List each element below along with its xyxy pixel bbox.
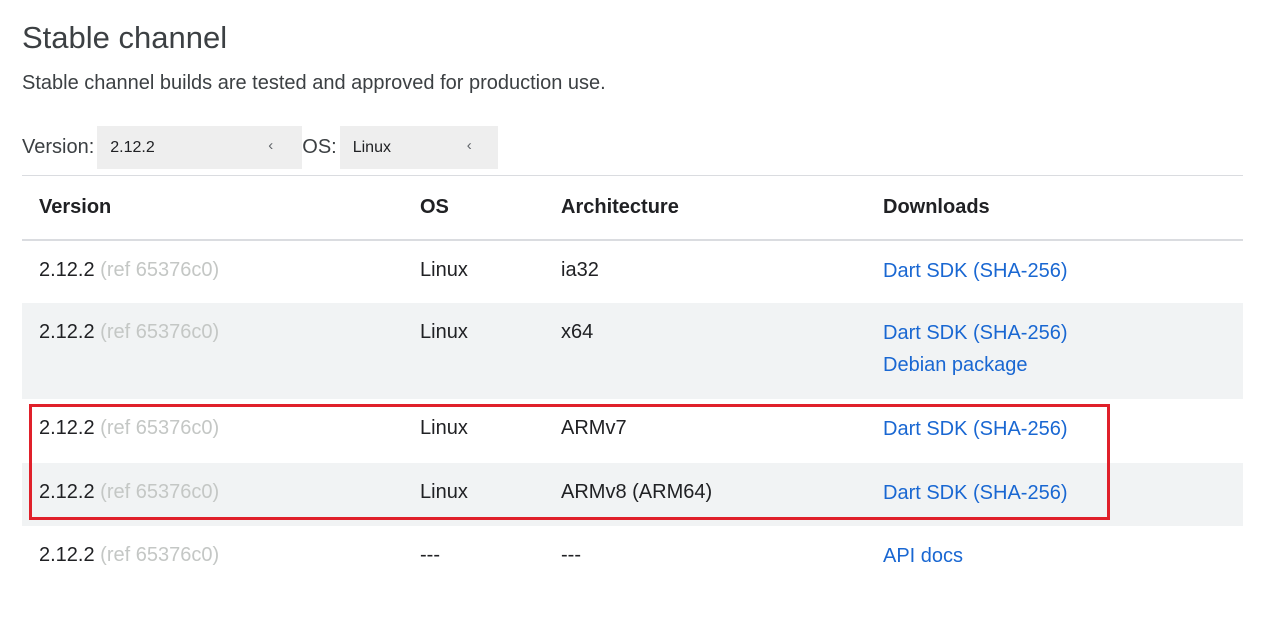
chevron-left-icon: ‹ [466,137,472,154]
downloads-cell: API docs [866,526,1243,589]
version-value: 2.12.2 [39,543,95,566]
os-cell: --- [420,543,440,566]
os-cell: Linux [403,302,544,399]
downloads-table: Version OS Architecture Downloads 2.12.2… [22,175,1243,589]
column-header-version: Version [22,175,403,241]
ref-hash: (ref 65376c0) [100,258,220,281]
version-cell: 2.12.2 (ref 65376c0) [22,526,403,589]
table-row: 2.12.2 (ref 65376c0) --- --- API docs [22,526,1243,589]
table-row: 2.12.2 (ref 65376c0) Linux x64 Dart SDK … [22,302,1243,399]
os-cell: Linux [420,416,468,439]
architecture-cell: x64 [544,302,866,399]
column-header-os: OS [403,175,544,241]
version-value: 2.12.2 [39,258,95,281]
table-row: 2.12.2 (ref 65376c0) Linux ia32 Dart SDK… [22,240,1243,303]
architecture-cell: ARMv7 [561,416,627,439]
filter-bar: Version: 2.12.2 ‹ OS: Linux ‹ [22,126,498,169]
api-docs-link[interactable]: API docs [883,544,1243,568]
os-cell: Linux [420,258,468,281]
table-row: 2.12.2 (ref 65376c0) Linux ARMv7 Dart SD… [22,399,1243,463]
dart-sdk-link[interactable]: Dart SDK (SHA-256) [883,481,1243,505]
os-cell: Linux [403,462,544,526]
chevron-left-icon: ‹ [268,137,274,154]
architecture-cell: ARMv8 (ARM64) [544,462,866,526]
architecture-cell: ia32 [561,258,599,281]
os-select-value: Linux [352,138,391,156]
ref-hash: (ref 65376c0) [100,480,220,503]
downloads-cell: Dart SDK (SHA-256) [866,240,1243,303]
os-select[interactable]: Linux ‹ [339,126,498,169]
dart-sdk-link[interactable]: Dart SDK (SHA-256) [883,417,1243,441]
version-cell: 2.12.2 (ref 65376c0) [22,399,403,463]
architecture-cell: --- [561,543,581,566]
table-row: 2.12.2 (ref 65376c0) Linux ARMv8 (ARM64)… [22,462,1243,526]
version-value: 2.12.2 [39,480,95,503]
dart-sdk-link[interactable]: Dart SDK (SHA-256) [883,259,1243,283]
column-header-downloads: Downloads [866,175,1243,241]
version-cell: 2.12.2 (ref 65376c0) [22,302,403,399]
downloads-cell: Dart SDK (SHA-256) [866,399,1243,463]
version-select-value: 2.12.2 [110,138,155,156]
page-subtitle: Stable channel builds are tested and app… [22,72,606,94]
version-filter-label: Version: [22,136,95,158]
version-value: 2.12.2 [39,320,95,343]
ref-hash: (ref 65376c0) [100,416,220,439]
page-title: Stable channel [22,20,228,55]
version-cell: 2.12.2 (ref 65376c0) [22,240,403,303]
ref-hash: (ref 65376c0) [100,320,220,343]
dart-sdk-link[interactable]: Dart SDK (SHA-256) [883,321,1243,345]
column-header-architecture: Architecture [544,175,866,241]
table-header-row: Version OS Architecture Downloads [22,175,1243,241]
downloads-cell: Dart SDK (SHA-256) [866,462,1243,526]
debian-package-link[interactable]: Debian package [883,353,1243,377]
ref-hash: (ref 65376c0) [100,543,220,566]
downloads-cell: Dart SDK (SHA-256) Debian package [866,302,1243,399]
version-cell: 2.12.2 (ref 65376c0) [22,462,403,526]
os-filter-label: OS: [302,136,337,158]
version-select[interactable]: 2.12.2 ‹ [97,126,303,169]
version-value: 2.12.2 [39,416,95,439]
